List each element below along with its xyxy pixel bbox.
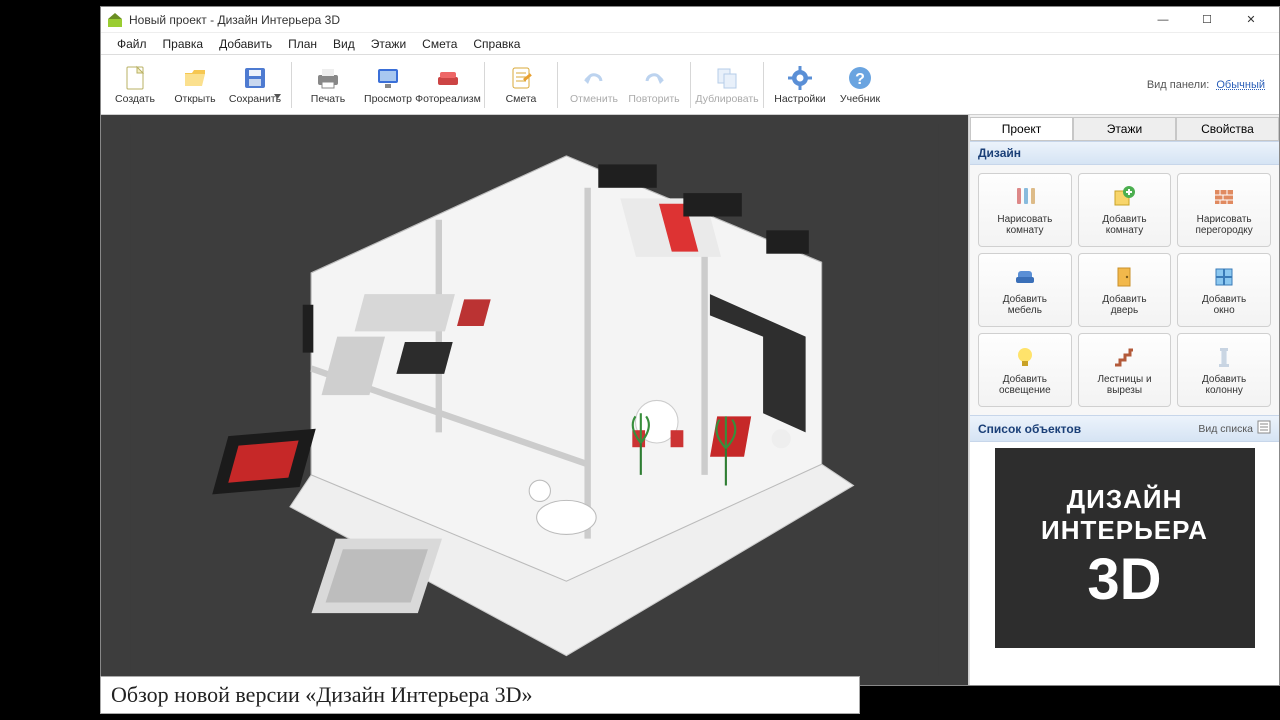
object-list-header: Список объектов Вид списка — [970, 415, 1279, 442]
add-lighting-button[interactable]: Добавитьосвещение — [978, 333, 1072, 407]
menu-add[interactable]: Добавить — [211, 35, 280, 53]
toolbar-separator — [763, 62, 764, 108]
window-title: Новый проект - Дизайн Интерьера 3D — [129, 13, 340, 27]
menu-view[interactable]: Вид — [325, 35, 363, 53]
notepad-icon — [507, 64, 535, 92]
promo-banner: ДИЗАЙН ИНТЕРЬЕРА 3D — [995, 448, 1255, 648]
draw-partition-button[interactable]: Нарисоватьперегородку — [1177, 173, 1271, 247]
app-icon — [107, 12, 123, 28]
undo-icon — [580, 64, 608, 92]
room-plus-icon — [1111, 184, 1137, 210]
menu-bar: Файл Правка Добавить План Вид Этажи Смет… — [101, 33, 1279, 55]
redo-icon — [640, 64, 668, 92]
toolbar-separator — [291, 62, 292, 108]
stairs-icon — [1111, 344, 1137, 370]
3d-viewport[interactable] — [101, 115, 969, 685]
menu-estimate[interactable]: Смета — [414, 35, 465, 53]
close-button[interactable]: ✕ — [1229, 7, 1273, 33]
settings-button[interactable]: Настройки — [770, 57, 830, 113]
object-list: ДИЗАЙН ИНТЕРЬЕРА 3D — [970, 442, 1279, 685]
preview-button[interactable]: Просмотр — [358, 57, 418, 113]
tab-floors[interactable]: Этажи — [1073, 117, 1176, 140]
menu-edit[interactable]: Правка — [155, 35, 212, 53]
new-file-icon — [121, 64, 149, 92]
menu-file[interactable]: Файл — [109, 35, 155, 53]
tab-project[interactable]: Проект — [970, 117, 1073, 140]
add-window-button[interactable]: Добавитьокно — [1177, 253, 1271, 327]
armchair-icon — [1012, 264, 1038, 290]
design-section-header: Дизайн — [970, 141, 1279, 165]
menu-floors[interactable]: Этажи — [363, 35, 414, 53]
chevron-down-icon — [274, 90, 281, 102]
application-window: Новый проект - Дизайн Интерьера 3D — ☐ ✕… — [100, 6, 1280, 686]
video-caption: Обзор новой версии «Дизайн Интерьера 3D» — [100, 676, 860, 714]
save-button[interactable]: Сохранить — [225, 57, 285, 113]
tab-properties[interactable]: Свойства — [1176, 117, 1279, 140]
design-tools-grid: Нарисоватькомнату Добавитькомнату Нарисо… — [970, 165, 1279, 415]
panel-view-link[interactable]: Обычный — [1216, 79, 1265, 91]
side-panel: Проект Этажи Свойства Дизайн Нарисоватьк… — [969, 115, 1279, 685]
menu-plan[interactable]: План — [280, 35, 325, 53]
menu-help[interactable]: Справка — [465, 35, 528, 53]
toolbar: Создать Открыть Сохранить Печать Просмот… — [101, 55, 1279, 115]
monitor-icon — [374, 64, 402, 92]
save-disk-icon — [241, 64, 269, 92]
brick-wall-icon — [1211, 184, 1237, 210]
window-icon — [1211, 264, 1237, 290]
toolbar-separator — [557, 62, 558, 108]
minimize-button[interactable]: — — [1141, 7, 1185, 33]
help-button[interactable]: ? Учебник — [830, 57, 890, 113]
redo-button[interactable]: Повторить — [624, 57, 684, 113]
question-icon: ? — [846, 64, 874, 92]
maximize-button[interactable]: ☐ — [1185, 7, 1229, 33]
add-furniture-button[interactable]: Добавитьмебель — [978, 253, 1072, 327]
photorealism-button[interactable]: Фотореализм — [418, 57, 478, 113]
toolbar-separator — [484, 62, 485, 108]
print-button[interactable]: Печать — [298, 57, 358, 113]
add-room-button[interactable]: Добавитькомнату — [1078, 173, 1172, 247]
list-view-toggle[interactable] — [1257, 420, 1271, 437]
pencil-brush-icon — [1012, 184, 1038, 210]
create-button[interactable]: Создать — [105, 57, 165, 113]
stairs-cutouts-button[interactable]: Лестницы ивырезы — [1078, 333, 1172, 407]
title-bar: Новый проект - Дизайн Интерьера 3D — ☐ ✕ — [101, 7, 1279, 33]
floorplan-render — [114, 124, 955, 677]
list-view-label: Вид списка — [1198, 423, 1253, 435]
duplicate-button[interactable]: Дублировать — [697, 57, 757, 113]
draw-room-button[interactable]: Нарисоватькомнату — [978, 173, 1072, 247]
add-column-button[interactable]: Добавитьколонну — [1177, 333, 1271, 407]
estimate-button[interactable]: Смета — [491, 57, 551, 113]
printer-icon — [314, 64, 342, 92]
lightbulb-icon — [1012, 344, 1038, 370]
sofa-icon — [434, 64, 462, 92]
svg-text:?: ? — [855, 71, 865, 88]
panel-view-mode: Вид панели: Обычный — [1147, 79, 1275, 91]
side-tabs: Проект Этажи Свойства — [970, 115, 1279, 141]
gear-icon — [786, 64, 814, 92]
duplicate-icon — [713, 64, 741, 92]
open-folder-icon — [181, 64, 209, 92]
column-icon — [1211, 344, 1237, 370]
open-button[interactable]: Открыть — [165, 57, 225, 113]
toolbar-separator — [690, 62, 691, 108]
undo-button[interactable]: Отменить — [564, 57, 624, 113]
add-door-button[interactable]: Добавитьдверь — [1078, 253, 1172, 327]
door-icon — [1111, 264, 1137, 290]
